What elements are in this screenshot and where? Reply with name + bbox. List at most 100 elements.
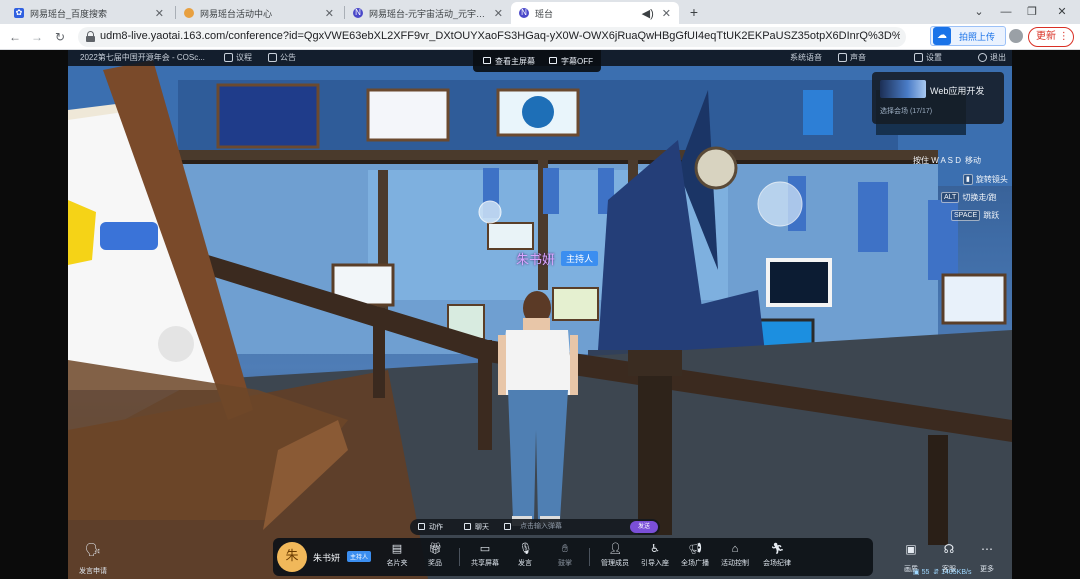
danmaku-icon xyxy=(504,523,511,530)
chat-bar: 动作 聊天 点击输入弹幕 发送 xyxy=(410,519,660,535)
agenda-link[interactable]: 议程 xyxy=(236,52,252,63)
request-speak-button[interactable]: 🗣︎ 发言申请 xyxy=(78,542,108,578)
action-icon xyxy=(418,523,425,530)
profile-avatar[interactable] xyxy=(1009,29,1023,43)
button-label: 发言 xyxy=(518,560,532,567)
chat-icon xyxy=(464,523,471,530)
members-icon: 👤︎ xyxy=(608,543,623,555)
jump-label: 跳跃 xyxy=(983,211,1000,220)
update-button[interactable]: 更新 ⋮ xyxy=(1028,27,1074,47)
view-controls: 查看主屏幕 字幕OFF xyxy=(473,50,601,72)
reload-button[interactable]: ↻ xyxy=(51,28,69,46)
close-icon[interactable]: ✕ xyxy=(662,7,671,20)
clap-button[interactable]: ✋︎ 鼓掌 xyxy=(545,542,585,574)
alt-key: ALT xyxy=(941,192,960,203)
minimize-button[interactable]: — xyxy=(992,2,1020,22)
button-label: 鼓掌 xyxy=(558,560,572,567)
event-title: 2022第七届中国开源年会 - COSc... xyxy=(80,53,205,62)
sound-link[interactable]: 声音 xyxy=(850,52,866,63)
manage-members-button[interactable]: 👤︎ 管理成员 xyxy=(595,542,635,574)
walk-run-label: 切换走/跑 xyxy=(962,193,997,202)
view-main-screen-button[interactable]: 查看主屏幕 xyxy=(495,56,535,67)
yaotai-icon: N xyxy=(519,8,529,18)
host-badge: 主持人 xyxy=(561,251,599,266)
virtual-venue-viewport[interactable]: 2022第七届中国开源年会 - COSc... 议程 公告 系统语音 声音 设置… xyxy=(68,50,1012,579)
agenda-icon xyxy=(224,53,233,62)
venue-thumbnail xyxy=(880,80,926,98)
discipline-button[interactable]: 🏃︎ 会场纪律 xyxy=(757,542,797,574)
exit-link[interactable]: 退出 xyxy=(990,52,1006,63)
avatar[interactable]: 朱 xyxy=(277,542,307,572)
browser-tab-bar: ✿ 网易瑶台_百度搜索 ✕ 网易瑶台活动中心 ✕ N 网易瑶台-元宇宙活动_元宇… xyxy=(0,0,1080,24)
button-label: 名片夹 xyxy=(386,560,408,567)
venue-scene xyxy=(68,60,1012,579)
avatar-nameplate: 朱书妍 主持人 xyxy=(516,249,599,268)
request-speak-icon: 🗣︎ xyxy=(84,542,102,557)
update-label: 更新 xyxy=(1036,31,1056,42)
button-label: 会场纪律 xyxy=(763,560,791,567)
venue-selector-card[interactable]: Web应用开发 选择会场 (17/17) xyxy=(872,72,1004,124)
guide-seat-button[interactable]: ♿︎ 引导入座 xyxy=(635,542,675,574)
broadcast-button[interactable]: 📢︎ 全场广播 xyxy=(675,542,715,574)
prize-button[interactable]: 🎁︎ 奖品 xyxy=(415,542,455,574)
sound-icon xyxy=(838,53,847,62)
back-button[interactable]: ← xyxy=(6,28,24,46)
subtitle-toggle[interactable]: 字幕OFF xyxy=(561,56,593,67)
browser-tab[interactable]: N 网易瑶台-元宇宙活动_元宇宙会议 ✕ xyxy=(345,2,511,24)
notice-icon xyxy=(268,53,277,62)
extension-label: 拍照上传 xyxy=(959,31,996,42)
extension-upload[interactable]: ☁ 拍照上传 xyxy=(930,26,1006,46)
chevron-down-icon[interactable]: ⌄ xyxy=(965,2,993,22)
support-icon: ☊ xyxy=(943,542,955,556)
move-label: 移动 xyxy=(965,156,982,165)
action-button[interactable]: 动作 xyxy=(429,522,443,532)
send-button[interactable]: 发送 xyxy=(630,521,658,533)
quality-icon: ▣ xyxy=(905,542,917,556)
toolbar-divider xyxy=(459,548,460,566)
power-icon xyxy=(978,53,987,62)
control-icon: ⌂ xyxy=(731,543,739,555)
speaker-icon[interactable]: ◀) xyxy=(642,7,654,20)
gift-icon: 🎁︎ xyxy=(428,543,443,555)
avatar-name: 朱书妍 xyxy=(516,253,556,268)
settings-link[interactable]: 设置 xyxy=(926,52,942,63)
browser-tab-active[interactable]: N 瑶台 ◀) ✕ xyxy=(511,2,679,24)
close-icon[interactable]: ✕ xyxy=(155,7,164,20)
system-voice-link[interactable]: 系统语音 xyxy=(790,52,822,63)
card-holder-button[interactable]: ▤ 名片夹 xyxy=(377,542,417,574)
monitor-icon xyxy=(483,57,491,64)
button-label: 管理成员 xyxy=(601,560,629,567)
new-tab-button[interactable]: + xyxy=(686,3,702,21)
clap-icon: ✋︎ xyxy=(561,543,569,555)
signal-icon: ⇵ xyxy=(933,569,940,576)
venue-title: Web应用开发 xyxy=(930,86,985,96)
gear-icon xyxy=(914,53,923,62)
browser-tab[interactable]: ✿ 网易瑶台_百度搜索 ✕ xyxy=(6,2,172,24)
forward-button[interactable]: → xyxy=(28,28,46,46)
notice-link[interactable]: 公告 xyxy=(280,52,296,63)
more-icon: ⋯ xyxy=(981,542,993,556)
card-icon: ▤ xyxy=(391,543,403,555)
paw-icon: ✿ xyxy=(14,8,24,18)
letterbox-right xyxy=(1012,50,1080,579)
danmaku-input[interactable]: 点击输入弹幕 xyxy=(516,521,628,533)
tab-title: 网易瑶台_百度搜索 xyxy=(30,8,108,19)
fps-value: 55 xyxy=(921,569,930,576)
speak-button[interactable]: 🎙︎ 发言 xyxy=(505,542,545,574)
globe-icon xyxy=(184,8,194,18)
maximize-button[interactable]: ❐ xyxy=(1018,2,1046,22)
request-speak-label: 发言申请 xyxy=(79,568,107,575)
activity-control-button[interactable]: ⌂ 活动控制 xyxy=(715,542,755,574)
mouse-icon: ▮ xyxy=(963,174,973,185)
url-text[interactable]: udm8-live.yaotai.163.com/conference?id=Q… xyxy=(100,30,900,42)
microphone-icon: 🎙︎ xyxy=(518,543,533,555)
chat-button[interactable]: 聊天 xyxy=(475,522,489,532)
browser-tab[interactable]: 网易瑶台活动中心 ✕ xyxy=(176,2,342,24)
share-screen-button[interactable]: ▭ 共享屏幕 xyxy=(465,542,505,574)
close-icon[interactable]: ✕ xyxy=(494,7,503,20)
url-field[interactable]: udm8-live.yaotai.163.com/conference?id=Q… xyxy=(78,27,906,47)
venue-select-label[interactable]: 选择会场 (17/17) xyxy=(880,106,932,116)
user-name: 朱书妍 xyxy=(313,553,341,563)
close-icon[interactable]: ✕ xyxy=(325,7,334,20)
close-window-button[interactable]: ✕ xyxy=(1048,2,1076,22)
